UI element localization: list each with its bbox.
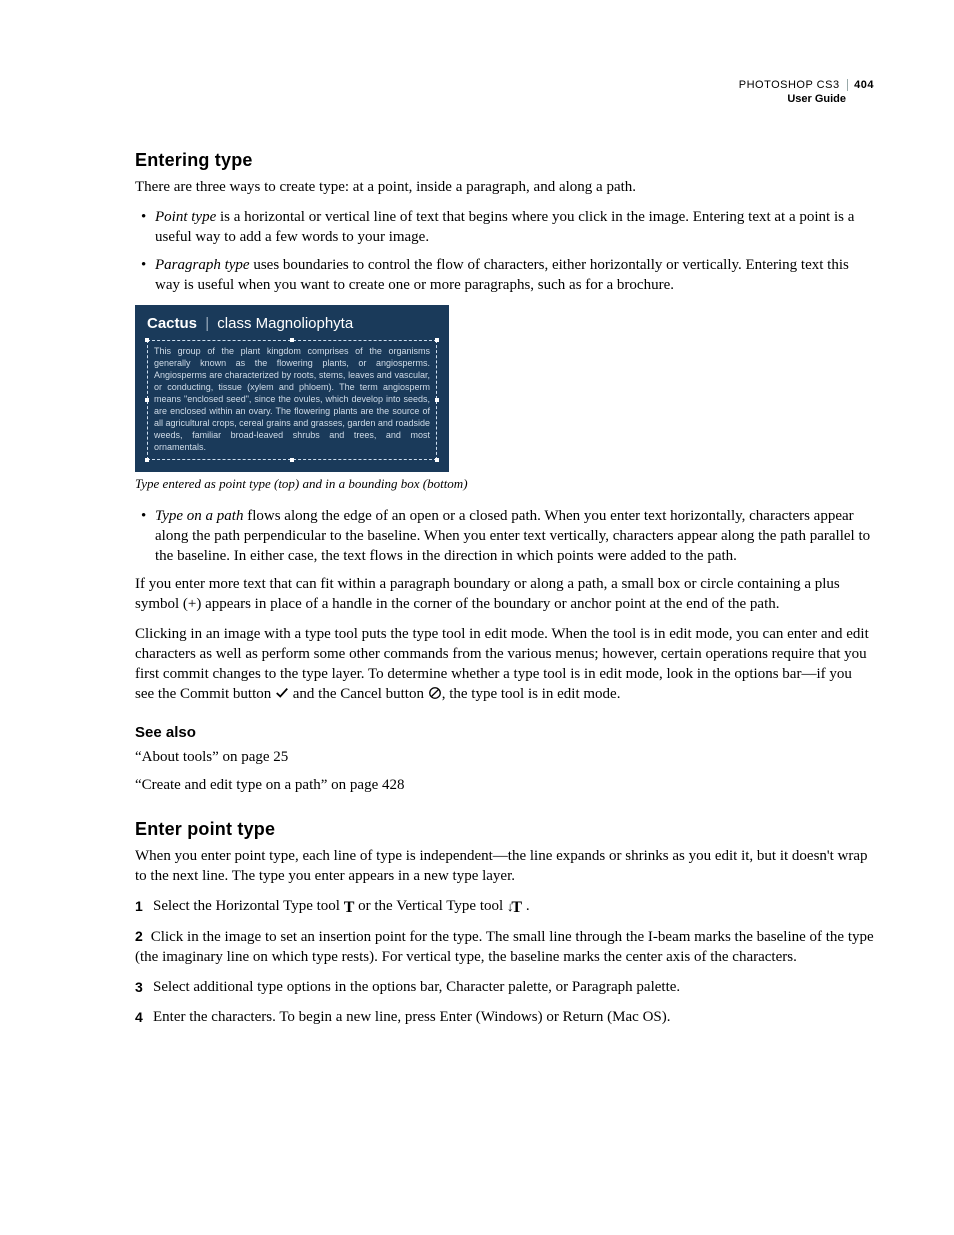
edit-mode-paragraph: Clicking in an image with a type tool pu… bbox=[135, 624, 874, 706]
intro-paragraph: There are three ways to create type: at … bbox=[135, 177, 874, 197]
step-4: 4Enter the characters. To begin a new li… bbox=[135, 1007, 874, 1027]
page-number: 404 bbox=[847, 79, 874, 91]
section-heading-entering-type: Entering type bbox=[135, 150, 874, 171]
term-point-type: Point type bbox=[155, 209, 216, 225]
see-also-link-tools[interactable]: “About tools” on page 25 bbox=[135, 747, 874, 767]
step-3: 3Select additional type options in the o… bbox=[135, 977, 874, 997]
vertical-type-tool-icon: ↓T bbox=[507, 900, 522, 916]
term-type-on-path: Type on a path bbox=[155, 508, 243, 524]
product-name: PHOTOSHOP CS3 bbox=[739, 79, 840, 91]
horizontal-type-tool-icon: T bbox=[344, 900, 355, 916]
bullet-type-on-path: Type on a path flows along the edge of a… bbox=[155, 506, 874, 566]
figure-title: Cactus | class Magnoliophyta bbox=[147, 315, 437, 332]
see-also-heading: See also bbox=[135, 724, 874, 741]
step-2: 2Click in the image to set an insertion … bbox=[135, 926, 874, 967]
commit-icon bbox=[275, 686, 289, 706]
step-1: 1 Select the Horizontal Type tool T or t… bbox=[135, 896, 874, 916]
guide-subtitle: User Guide bbox=[739, 92, 874, 106]
overflow-paragraph: If you enter more text that can fit with… bbox=[135, 574, 874, 614]
term-paragraph-type: Paragraph type bbox=[155, 257, 250, 273]
bullet-point-type: Point type is a horizontal or vertical l… bbox=[155, 207, 874, 247]
point-type-intro: When you enter point type, each line of … bbox=[135, 846, 874, 886]
page-header: PHOTOSHOP CS3 404 User Guide bbox=[739, 78, 874, 106]
cancel-icon bbox=[428, 686, 442, 706]
figure-cactus: Cactus | class Magnoliophyta This group … bbox=[135, 305, 449, 472]
section-heading-enter-point-type: Enter point type bbox=[135, 819, 874, 840]
bullet-paragraph-type: Paragraph type uses boundaries to contro… bbox=[155, 255, 874, 295]
see-also-link-path[interactable]: “Create and edit type on a path” on page… bbox=[135, 775, 874, 795]
figure-bounding-box: This group of the plant kingdom comprise… bbox=[147, 340, 437, 460]
figure-caption: Type entered as point type (top) and in … bbox=[135, 476, 874, 492]
figure-body-text: This group of the plant kingdom comprise… bbox=[154, 346, 430, 452]
